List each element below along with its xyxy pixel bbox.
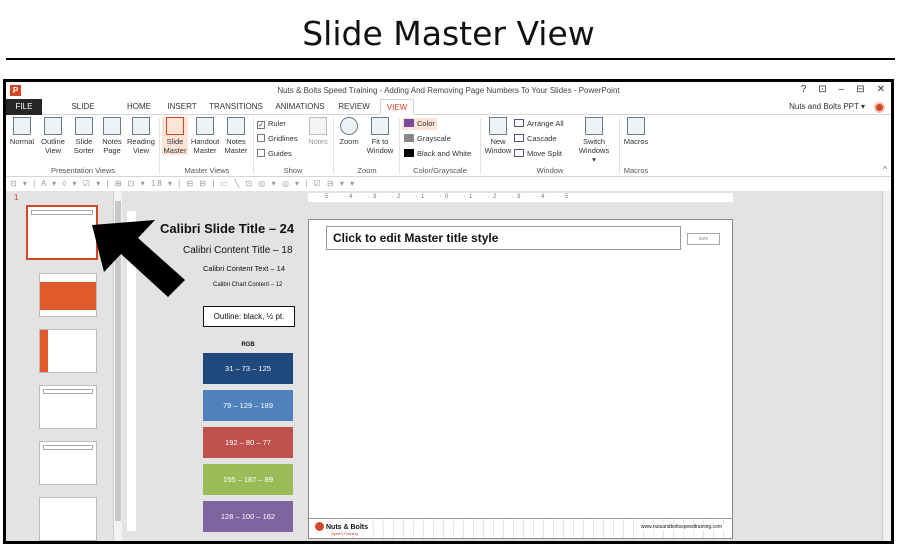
arrow-shape bbox=[92, 220, 185, 297]
pointer-arrow-icon bbox=[92, 220, 185, 297]
